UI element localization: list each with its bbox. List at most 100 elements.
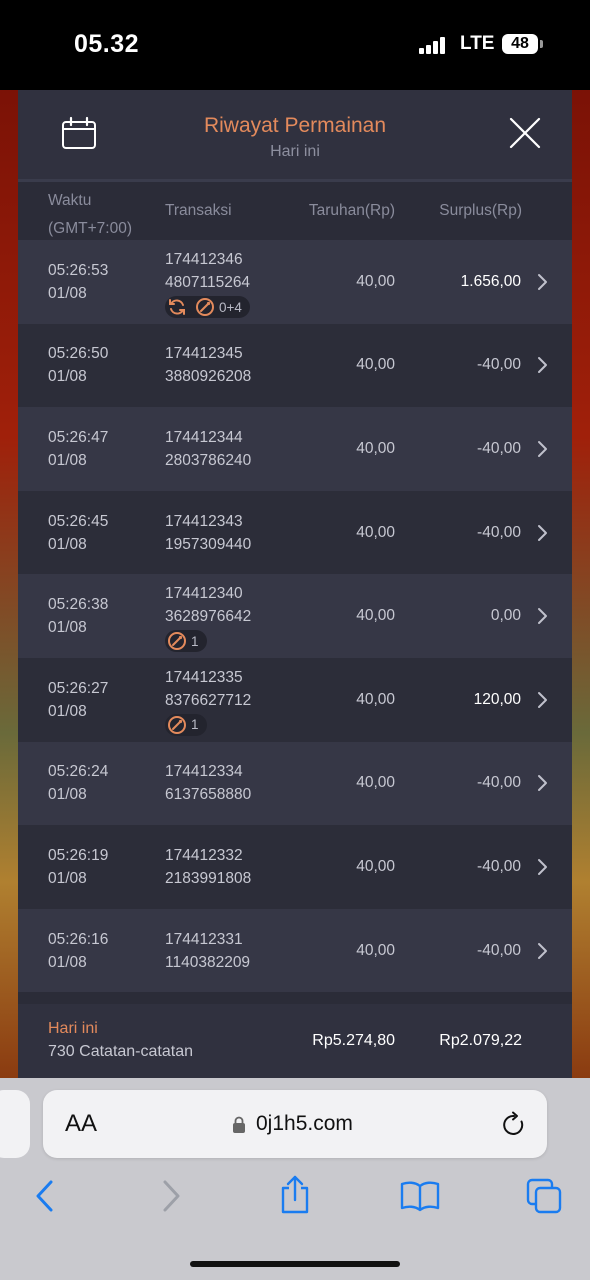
row-transaction-id-part1: 174412335 (165, 668, 243, 686)
row-transaction: 174412334 6137658880 (165, 760, 251, 806)
row-transaction-id-part2: 6137658880 (165, 786, 252, 804)
badge-count: 0+4 (219, 299, 242, 315)
row-date-value: 01/08 (48, 786, 87, 804)
row-date-value: 01/08 (48, 535, 87, 553)
bookmarks-icon[interactable] (400, 1180, 440, 1212)
column-time-label: Waktu (48, 192, 92, 209)
row-transaction: 174412340 3628976642 1 (165, 582, 251, 658)
row-time-value: 05:26:47 (48, 428, 109, 446)
chevron-right-icon[interactable] (537, 858, 549, 876)
row-transaction: 174412343 1957309440 (165, 510, 251, 556)
row-transaction-id-part1: 174412340 (165, 585, 243, 603)
free-game-icon (167, 631, 187, 651)
badge-count: 1 (191, 717, 199, 733)
row-bet: 40,00 (356, 857, 395, 875)
row-bet: 40,00 (356, 690, 395, 708)
row-transaction-id-part1: 174412345 (165, 345, 243, 363)
row-date-value: 01/08 (48, 451, 87, 469)
share-icon[interactable] (278, 1174, 312, 1214)
history-row[interactable]: 05:26:19 01/08 174412332 2183991808 40,00 -40… (18, 825, 572, 909)
row-time-value: 05:26:16 (48, 930, 109, 948)
history-row[interactable]: 05:26:38 01/08 174412340 3628976642 1 40,00 0,… (18, 574, 572, 658)
game-background-right-edge (572, 90, 590, 1080)
row-surplus: 120,00 (473, 690, 521, 708)
chevron-right-icon[interactable] (537, 691, 549, 709)
row-time-value: 05:26:19 (48, 846, 109, 864)
row-surplus: -40,00 (477, 439, 521, 457)
tabs-icon[interactable] (526, 1178, 564, 1214)
row-date-value: 01/08 (48, 284, 87, 302)
row-surplus: -40,00 (477, 356, 521, 374)
chevron-right-icon[interactable] (537, 942, 549, 960)
battery-icon: 48 (502, 34, 538, 54)
summary-total-surplus: Rp2.079,22 (439, 1032, 522, 1049)
previous-tab-preview[interactable] (0, 1090, 30, 1158)
row-transaction-id-part1: 174412334 (165, 763, 243, 781)
row-bet: 40,00 (356, 941, 395, 959)
column-time-zone: (GMT+7:00) (48, 220, 132, 237)
chevron-right-icon[interactable] (537, 524, 549, 542)
row-transaction-id-part1: 174412343 (165, 512, 243, 530)
chevron-right-icon[interactable] (537, 356, 549, 374)
row-time: 05:26:27 01/08 (48, 677, 108, 723)
browser-toolbar: AA 0j1h5.com (0, 1078, 590, 1280)
feature-badge: 1 (165, 713, 207, 736)
row-bet: 40,00 (356, 356, 395, 374)
row-transaction-id-part2: 3880926208 (165, 368, 252, 386)
game-background-left-edge (0, 90, 18, 1080)
home-indicator[interactable] (190, 1261, 400, 1267)
row-bet: 40,00 (356, 774, 395, 792)
summary-total-bet: Rp5.274,80 (312, 1032, 395, 1049)
history-row[interactable]: 05:26:16 01/08 174412331 1140382209 40,00 -40… (18, 908, 572, 993)
row-transaction: 174412332 2183991808 (165, 844, 251, 890)
row-date-value: 01/08 (48, 702, 87, 720)
row-transaction-id-part2: 2183991808 (165, 869, 252, 887)
history-row[interactable]: 05:26:47 01/08 174412344 2803786240 40,00 -40… (18, 407, 572, 491)
row-date-value: 01/08 (48, 953, 87, 971)
row-time-value: 05:26:27 (48, 679, 109, 697)
row-time-value: 05:26:24 (48, 763, 109, 781)
close-icon[interactable] (508, 116, 542, 150)
reload-icon[interactable] (501, 1111, 527, 1139)
chevron-right-icon[interactable] (537, 440, 549, 458)
row-surplus: -40,00 (477, 857, 521, 875)
lock-icon (233, 1116, 245, 1133)
game-history-panel: Riwayat Permainan Hari ini Waktu (GMT+7:… (18, 90, 572, 1078)
summary-period: Hari ini (48, 1020, 98, 1037)
row-surplus: 1.656,00 (460, 272, 521, 290)
chevron-right-icon[interactable] (537, 273, 549, 291)
column-time: Waktu (GMT+7:00) (48, 187, 132, 243)
history-row[interactable]: 05:26:45 01/08 174412343 1957309440 40,00 -40… (18, 490, 572, 575)
history-row[interactable]: 05:26:27 01/08 174412335 8376627712 1 40,00 12… (18, 657, 572, 742)
history-row[interactable]: 05:26:53 01/08 174412346 4807115264 0+4 40,00… (18, 240, 572, 324)
chevron-right-icon[interactable] (537, 774, 549, 792)
respin-icon (167, 297, 187, 317)
row-surplus: -40,00 (477, 941, 521, 959)
back-icon[interactable] (32, 1178, 56, 1214)
row-time: 05:26:38 01/08 (48, 593, 108, 639)
row-surplus: 0,00 (490, 607, 521, 625)
badge-count: 1 (191, 633, 199, 649)
url-text[interactable]: 0j1h5.com (256, 1112, 353, 1136)
row-date-value: 01/08 (48, 368, 87, 386)
history-row[interactable]: 05:26:24 01/08 174412334 6137658880 40,00 -40… (18, 741, 572, 826)
row-transaction: 174412331 1140382209 (165, 928, 250, 974)
row-surplus: -40,00 (477, 774, 521, 792)
free-game-icon (195, 297, 215, 317)
row-time: 05:26:16 01/08 (48, 928, 108, 974)
row-transaction-id-part1: 174412344 (165, 428, 243, 446)
row-transaction: 174412335 8376627712 1 (165, 666, 251, 742)
row-transaction-id-part2: 1140382209 (165, 953, 251, 971)
panel-subtitle: Hari ini (270, 143, 320, 160)
history-row[interactable]: 05:26:50 01/08 174412345 3880926208 40,00 -40… (18, 323, 572, 408)
row-bet: 40,00 (356, 272, 395, 290)
chevron-right-icon[interactable] (537, 607, 549, 625)
address-bar[interactable]: AA 0j1h5.com (43, 1090, 547, 1158)
feature-badge: 1 (165, 630, 207, 653)
row-date-value: 01/08 (48, 619, 87, 637)
row-transaction-id-part1: 174412331 (165, 930, 243, 948)
text-size-button[interactable]: AA (65, 1110, 97, 1138)
row-time: 05:26:47 01/08 (48, 426, 108, 472)
forward-icon[interactable] (160, 1178, 184, 1214)
panel-header: Riwayat Permainan Hari ini (18, 90, 572, 182)
